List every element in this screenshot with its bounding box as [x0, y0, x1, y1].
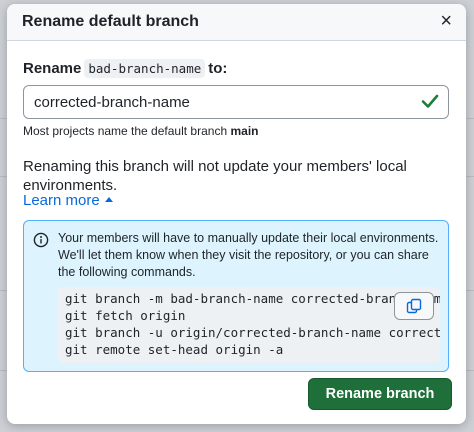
rename-branch-dialog: Rename default branch × Rename bad-branch… [7, 4, 466, 424]
dialog-title: Rename default branch [22, 13, 199, 30]
new-branch-name-input[interactable] [34, 91, 404, 113]
learn-more-toggle[interactable]: Learn more [23, 192, 113, 209]
dialog-header: Rename default branch × [7, 4, 466, 41]
check-icon [421, 94, 439, 108]
caret-up-icon [104, 197, 113, 202]
hint-text: Most projects name the default branch [23, 124, 228, 138]
label-suffix: to: [208, 60, 228, 77]
command-line: git branch -u origin/corrected-branch-na… [65, 325, 440, 340]
copy-icon [406, 298, 422, 314]
rename-branch-button[interactable]: Rename branch [308, 378, 452, 410]
command-code-block: git branch -m bad-branch-name corrected-… [58, 287, 440, 363]
label-prefix: Rename [23, 60, 82, 77]
current-branch-name: bad-branch-name [84, 59, 206, 78]
info-icon [33, 232, 49, 248]
default-branch-hint: Most projects name the default branch ma… [23, 124, 258, 138]
command-line: git branch -m bad-branch-name corrected-… [65, 291, 440, 306]
command-line: git fetch origin [65, 308, 186, 323]
rename-warning-text: Renaming this branch will not update you… [23, 158, 407, 194]
alert-message: Your members will have to manually updat… [58, 231, 439, 279]
command-line: git remote set-head origin -a [65, 342, 284, 357]
new-branch-name-field[interactable] [23, 85, 449, 119]
learn-more-link[interactable]: Learn more [23, 192, 100, 209]
copy-commands-button[interactable] [394, 292, 434, 320]
info-alert: Your members will have to manually updat… [23, 220, 449, 372]
rename-label: Rename bad-branch-name to: [23, 59, 228, 78]
hint-default-branch: main [230, 124, 259, 138]
close-icon[interactable]: × [440, 11, 452, 31]
